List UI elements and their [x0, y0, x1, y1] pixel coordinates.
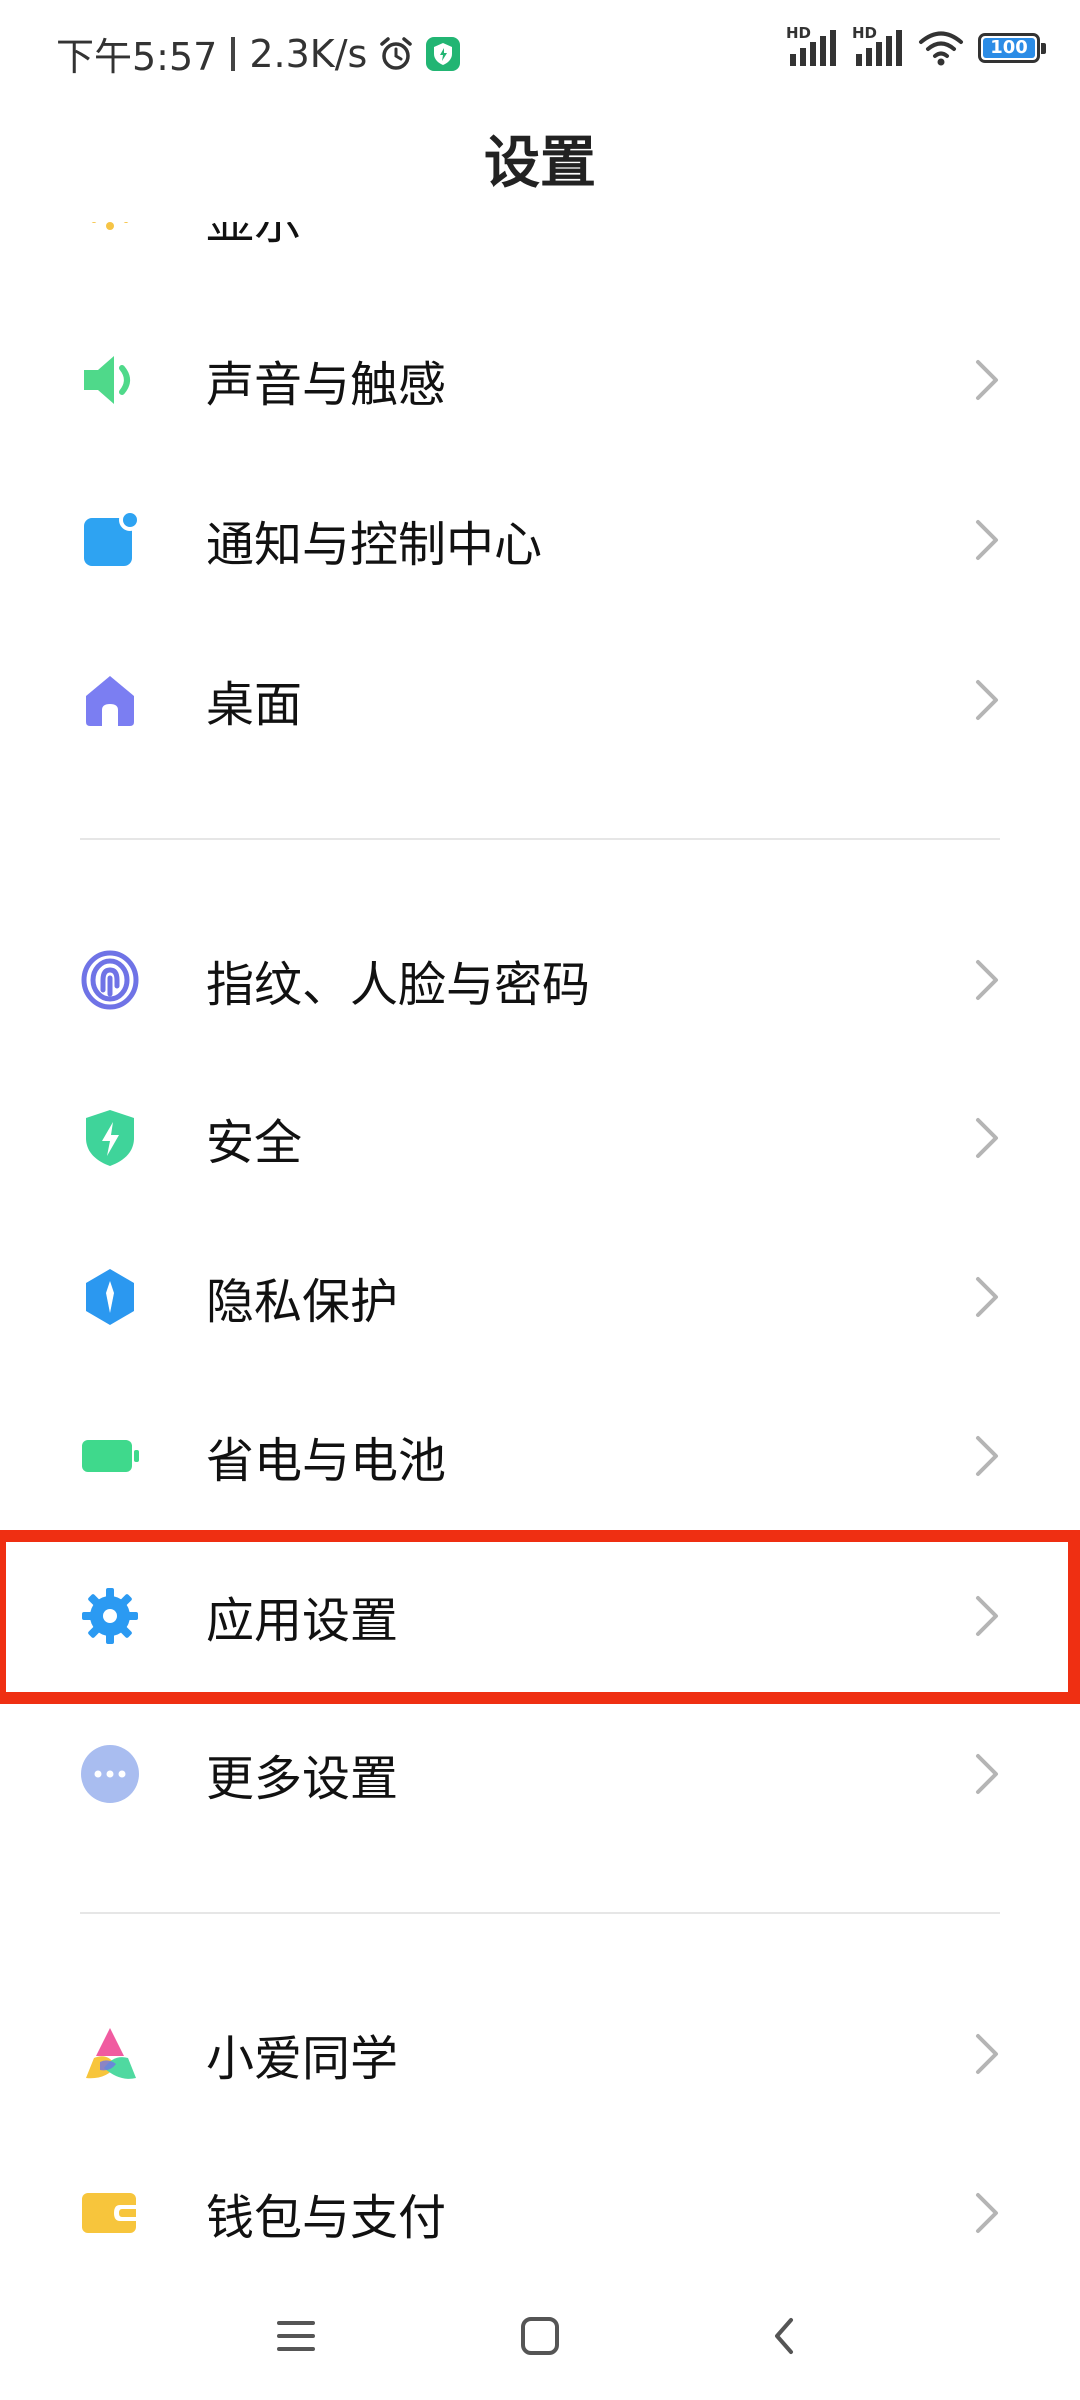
chevron-right-icon: [972, 358, 1002, 402]
battery-level: 100: [990, 37, 1028, 58]
home-icon: [76, 666, 144, 734]
privacy-icon: [76, 1263, 144, 1331]
status-bar: 下午5:57 2.3K/s HD HD 100: [0, 0, 1080, 105]
chevron-right-icon: [972, 2191, 1002, 2235]
list-item-label: 小爱同学: [206, 2031, 399, 2087]
partial-list-item-display[interactable]: 显示: [0, 222, 1080, 250]
menu-icon[interactable]: [266, 2308, 326, 2364]
wifi-icon: [918, 29, 964, 67]
alarm-icon: [377, 35, 415, 73]
list-item-privacy[interactable]: 隐私保护: [0, 1227, 1080, 1367]
page-title: 设置: [484, 131, 596, 196]
list-item-xiaoai[interactable]: 小爱同学: [0, 1984, 1080, 2124]
list-item-more-settings[interactable]: 更多设置: [0, 1704, 1080, 1844]
list-item-label: 声音与触感: [206, 357, 447, 413]
chevron-right-icon: [972, 1275, 1002, 1319]
fingerprint-icon: [76, 946, 144, 1014]
list-item-sound[interactable]: 声音与触感: [0, 310, 1080, 450]
chevron-right-icon: [972, 678, 1002, 722]
display-icon: [84, 222, 136, 236]
partial-item-label: 显示: [206, 222, 303, 250]
chevron-right-icon: [972, 2032, 1002, 2076]
chevron-right-icon: [972, 1752, 1002, 1796]
more-icon: [76, 1740, 144, 1808]
battery-indicator: 100: [978, 33, 1046, 63]
list-item-battery[interactable]: 省电与电池: [0, 1386, 1080, 1526]
network-type-2: HD: [852, 24, 878, 42]
network-type-1: HD: [786, 24, 812, 42]
signal-icon-1: HD: [786, 24, 838, 68]
wallet-icon: [76, 2179, 144, 2247]
list-item-label: 隐私保护: [206, 1274, 399, 1330]
security-app-icon: [425, 36, 461, 72]
list-item-label: 指纹、人脸与密码: [206, 957, 591, 1013]
list-item-security[interactable]: 安全: [0, 1068, 1080, 1208]
list-item-desktop[interactable]: 桌面: [0, 630, 1080, 770]
list-item-label: 通知与控制中心: [206, 517, 543, 573]
shield-icon: [76, 1104, 144, 1172]
chevron-right-icon: [972, 518, 1002, 562]
list-item-wallet[interactable]: 钱包与支付: [0, 2143, 1080, 2283]
navigation-bar: [0, 2268, 1080, 2400]
battery-icon: [76, 1422, 144, 1490]
list-item-label: 钱包与支付: [206, 2190, 447, 2246]
signal-icon-2: HD: [852, 24, 904, 68]
status-left: 下午5:57 2.3K/s: [56, 26, 461, 81]
status-separator: [231, 36, 236, 71]
section-divider: [80, 838, 1000, 840]
notification-icon: [76, 506, 144, 574]
list-item-label: 省电与电池: [206, 1433, 447, 1489]
list-item-label: 应用设置: [206, 1593, 399, 1649]
status-right: HD HD 100: [786, 24, 1046, 68]
back-icon[interactable]: [754, 2308, 814, 2364]
list-item-label: 安全: [206, 1115, 303, 1171]
section-divider: [80, 1912, 1000, 1914]
list-item-label: 更多设置: [206, 1751, 399, 1807]
chevron-right-icon: [972, 1116, 1002, 1160]
gear-icon: [76, 1582, 144, 1650]
status-time: 下午5:57: [56, 35, 218, 79]
chevron-right-icon: [972, 958, 1002, 1002]
list-item-notifications[interactable]: 通知与控制中心: [0, 470, 1080, 610]
list-item-fingerprint[interactable]: 指纹、人脸与密码: [0, 910, 1080, 1050]
status-net-speed: 2.3K/s: [249, 31, 368, 76]
list-item-app-settings[interactable]: 应用设置: [0, 1546, 1080, 1686]
speaker-icon: [76, 346, 144, 414]
home-button-icon[interactable]: [510, 2308, 570, 2364]
chevron-right-icon: [972, 1434, 1002, 1478]
chevron-right-icon: [972, 1594, 1002, 1638]
xiaoai-icon: [76, 2020, 144, 2088]
list-item-label: 桌面: [206, 677, 303, 733]
